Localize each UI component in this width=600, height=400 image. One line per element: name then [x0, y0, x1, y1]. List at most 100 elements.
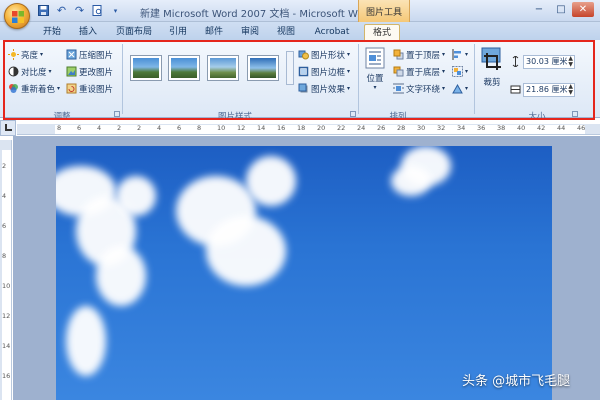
- size-launcher-icon[interactable]: [572, 111, 578, 117]
- bring-to-front-icon: [393, 49, 404, 60]
- height-value: 30.03 厘米: [526, 57, 568, 66]
- group-objects-button[interactable]: ▾: [452, 65, 468, 78]
- style-gallery-scroll[interactable]: [286, 51, 294, 85]
- align-button[interactable]: ▾: [452, 48, 468, 61]
- picture-style-thumbnail[interactable]: [207, 55, 239, 81]
- ruler-number: 14: [2, 342, 11, 350]
- ruler-number: 2: [2, 162, 7, 170]
- close-button[interactable]: ✕: [572, 2, 594, 17]
- ribbon-tabs: 开始 插入 页面布局 引用 邮件 审阅 视图 Acrobat 格式: [0, 22, 600, 40]
- crop-label: 裁剪: [483, 78, 501, 88]
- group-separator: [474, 44, 475, 114]
- window-title: 新建 Microsoft Word 2007 文档 - Microsoft Wo…: [140, 9, 373, 20]
- ruler-number: 10: [217, 124, 226, 132]
- spin-arrows-icon[interactable]: ▲ ▼: [568, 56, 573, 68]
- ruler-number: 26: [377, 124, 386, 132]
- print-preview-icon[interactable]: [90, 3, 105, 18]
- tab-insert[interactable]: 插入: [74, 24, 102, 40]
- save-icon[interactable]: [36, 3, 51, 18]
- recolor-icon: [9, 84, 18, 93]
- adjust-launcher-icon[interactable]: [114, 111, 120, 117]
- ruler-number: 2: [117, 124, 122, 132]
- ruler-number: 12: [237, 124, 246, 132]
- tab-format[interactable]: 格式: [364, 24, 400, 40]
- cloud: [116, 176, 156, 216]
- crop-button[interactable]: 裁剪: [478, 47, 506, 88]
- ruler-number: 34: [457, 124, 466, 132]
- tab-selector[interactable]: [0, 120, 16, 136]
- office-logo-icon: [12, 11, 24, 23]
- ruler-number: 6: [77, 124, 82, 132]
- ruler-number: 40: [517, 124, 526, 132]
- ruler-number: 6: [2, 222, 7, 230]
- recolor-button[interactable]: 重新着色 ▾: [8, 82, 60, 95]
- tab-home[interactable]: 开始: [38, 24, 66, 40]
- brightness-button[interactable]: 亮度 ▾: [8, 48, 43, 61]
- bring-to-front-button[interactable]: 置于顶层 ▾: [393, 48, 445, 61]
- send-to-back-icon: [393, 66, 404, 77]
- tab-mailings[interactable]: 邮件: [201, 24, 227, 40]
- redo-icon[interactable]: ↷: [72, 3, 87, 18]
- ruler-number: 2: [137, 124, 142, 132]
- picture-border-icon: [298, 66, 309, 77]
- tab-review[interactable]: 审阅: [237, 24, 263, 40]
- ruler-number: 6: [177, 124, 182, 132]
- picture-style-thumbnail[interactable]: [130, 55, 162, 81]
- inserted-picture[interactable]: [56, 146, 552, 400]
- picture-shape-label: 图片形状: [311, 50, 346, 61]
- ruler-number: 12: [2, 312, 11, 320]
- left-tab-icon: [5, 124, 12, 131]
- picture-style-thumbnail[interactable]: [168, 55, 200, 81]
- reset-picture-button[interactable]: 重设图片: [66, 82, 113, 95]
- undo-icon[interactable]: ↶: [54, 3, 69, 18]
- compress-pictures-button[interactable]: 压缩图片: [66, 48, 113, 61]
- brightness-icon: [8, 49, 19, 60]
- customize-qat-icon[interactable]: ▾: [108, 3, 123, 18]
- vertical-ruler[interactable]: 2 4 6 8 10 12 14 16: [0, 140, 12, 400]
- quick-access-toolbar: ↶ ↷ ▾: [36, 3, 123, 18]
- horizontal-ruler[interactable]: 8 6 4 2 2 4 6 8 10 12 14 16 18 20 22 24 26 28 30 32 34 36 38 40…: [17, 124, 600, 135]
- change-picture-icon: [66, 66, 77, 77]
- picture-shape-icon: [298, 50, 309, 60]
- picture-styles-launcher-icon[interactable]: [350, 111, 356, 117]
- ruler-number: 42: [537, 124, 546, 132]
- picture-effects-label: 图片效果: [311, 84, 346, 95]
- shape-height-icon: [510, 55, 521, 68]
- change-picture-button[interactable]: 更改图片: [66, 65, 113, 78]
- tab-acrobat[interactable]: Acrobat: [312, 24, 352, 40]
- ruler-number: 36: [477, 124, 486, 132]
- minimize-button[interactable]: −: [528, 2, 550, 17]
- send-to-back-label: 置于底层: [406, 67, 441, 78]
- contrast-button[interactable]: 对比度 ▾: [8, 65, 52, 78]
- office-button[interactable]: [4, 3, 30, 29]
- ruler-number: 30: [417, 124, 426, 132]
- group-label-arrange: 排列: [389, 112, 407, 122]
- reset-picture-label: 重设图片: [79, 84, 114, 95]
- maximize-button[interactable]: □: [550, 2, 572, 17]
- shape-width-icon: [510, 83, 521, 96]
- ruler-number: 4: [157, 124, 162, 132]
- ruler-number: 20: [317, 124, 326, 132]
- height-spinner[interactable]: 30.03 厘米 ▲ ▼: [523, 55, 575, 69]
- ruler-number: 4: [97, 124, 102, 132]
- picture-shape-button[interactable]: 图片形状 ▾: [298, 48, 350, 61]
- picture-effects-icon: [298, 83, 308, 93]
- send-to-back-button[interactable]: 置于底层 ▾: [393, 65, 445, 78]
- picture-effects-button[interactable]: 图片效果 ▾: [298, 82, 350, 95]
- width-spinner[interactable]: 21.86 厘米 ▲ ▼: [523, 83, 575, 97]
- cloud: [246, 156, 296, 206]
- text-wrapping-button[interactable]: 文字环绕 ▾: [393, 82, 445, 95]
- tab-references[interactable]: 引用: [165, 24, 191, 40]
- tab-view[interactable]: 视图: [273, 24, 299, 40]
- tab-page-layout[interactable]: 页面布局: [112, 24, 156, 40]
- contrast-label: 对比度: [21, 67, 47, 78]
- spin-arrows-icon[interactable]: ▲ ▼: [568, 84, 573, 96]
- position-button[interactable]: 位置 ▾: [362, 47, 388, 91]
- picture-border-button[interactable]: 图片边框 ▾: [298, 65, 350, 78]
- rotate-button[interactable]: ▾: [452, 82, 468, 95]
- picture-style-thumbnail[interactable]: [247, 55, 279, 81]
- ruler-number: 38: [497, 124, 506, 132]
- recolor-label: 重新着色: [21, 84, 56, 95]
- bring-to-front-label: 置于顶层: [406, 50, 441, 61]
- window-controls: − □ ✕: [528, 2, 594, 17]
